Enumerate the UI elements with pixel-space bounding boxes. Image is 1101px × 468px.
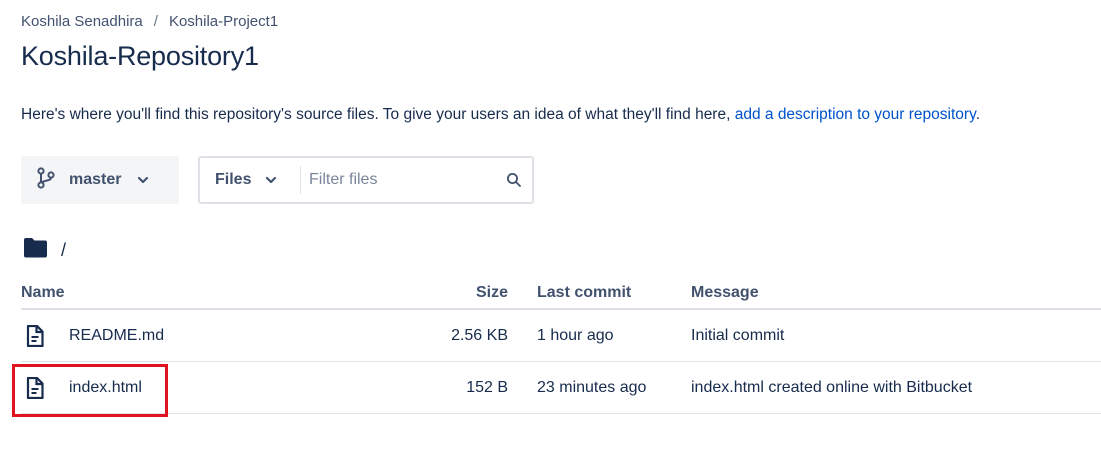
file-table: Name Size Last commit Message README.md … bbox=[21, 278, 1101, 414]
file-icon bbox=[26, 376, 44, 404]
file-name-link[interactable]: index.html bbox=[69, 379, 142, 397]
current-path: / bbox=[23, 237, 66, 263]
file-filter-group: Files bbox=[198, 156, 534, 204]
column-header-last-commit[interactable]: Last commit bbox=[537, 284, 631, 302]
files-select-label: Files bbox=[215, 171, 252, 188]
files-type-select[interactable]: Files bbox=[200, 158, 300, 202]
column-header-size[interactable]: Size bbox=[476, 284, 508, 302]
description-suffix: . bbox=[975, 106, 980, 123]
breadcrumb-separator: / bbox=[153, 13, 158, 30]
branch-selector-button[interactable]: master bbox=[21, 156, 179, 204]
table-row[interactable]: index.html 152 B 23 minutes ago index.ht… bbox=[21, 362, 1101, 414]
file-last-commit: 23 minutes ago bbox=[537, 379, 647, 396]
breadcrumb-owner[interactable]: Koshila Senadhira bbox=[21, 13, 143, 30]
file-size: 2.56 KB bbox=[451, 327, 508, 344]
folder-icon bbox=[23, 237, 48, 263]
filter-files-input[interactable] bbox=[309, 171, 504, 189]
path-root[interactable]: / bbox=[61, 240, 66, 261]
chevron-down-icon bbox=[265, 176, 277, 184]
filter-divider bbox=[300, 166, 301, 194]
search-icon[interactable] bbox=[506, 172, 522, 188]
file-last-commit: 1 hour ago bbox=[537, 327, 614, 344]
description-text: Here's where you'll find this repository… bbox=[21, 106, 735, 123]
column-header-message[interactable]: Message bbox=[691, 284, 759, 302]
repo-description: Here's where you'll find this repository… bbox=[21, 106, 980, 124]
table-row[interactable]: README.md 2.56 KB 1 hour ago Initial com… bbox=[21, 310, 1101, 362]
file-icon bbox=[26, 324, 44, 352]
branch-label: master bbox=[69, 171, 122, 188]
file-name-link[interactable]: README.md bbox=[69, 327, 164, 345]
page-title: Koshila-Repository1 bbox=[21, 41, 259, 71]
branch-icon bbox=[37, 166, 55, 194]
file-size: 152 B bbox=[466, 379, 508, 396]
add-description-link[interactable]: add a description to your repository bbox=[735, 106, 976, 123]
chevron-down-icon bbox=[137, 176, 149, 184]
breadcrumb: Koshila Senadhira / Koshila-Project1 bbox=[21, 13, 278, 30]
breadcrumb-project[interactable]: Koshila-Project1 bbox=[169, 13, 278, 30]
table-header: Name Size Last commit Message bbox=[21, 278, 1101, 310]
file-commit-message: index.html created online with Bitbucket bbox=[691, 379, 973, 396]
column-header-name[interactable]: Name bbox=[21, 284, 65, 302]
file-commit-message: Initial commit bbox=[691, 327, 785, 344]
